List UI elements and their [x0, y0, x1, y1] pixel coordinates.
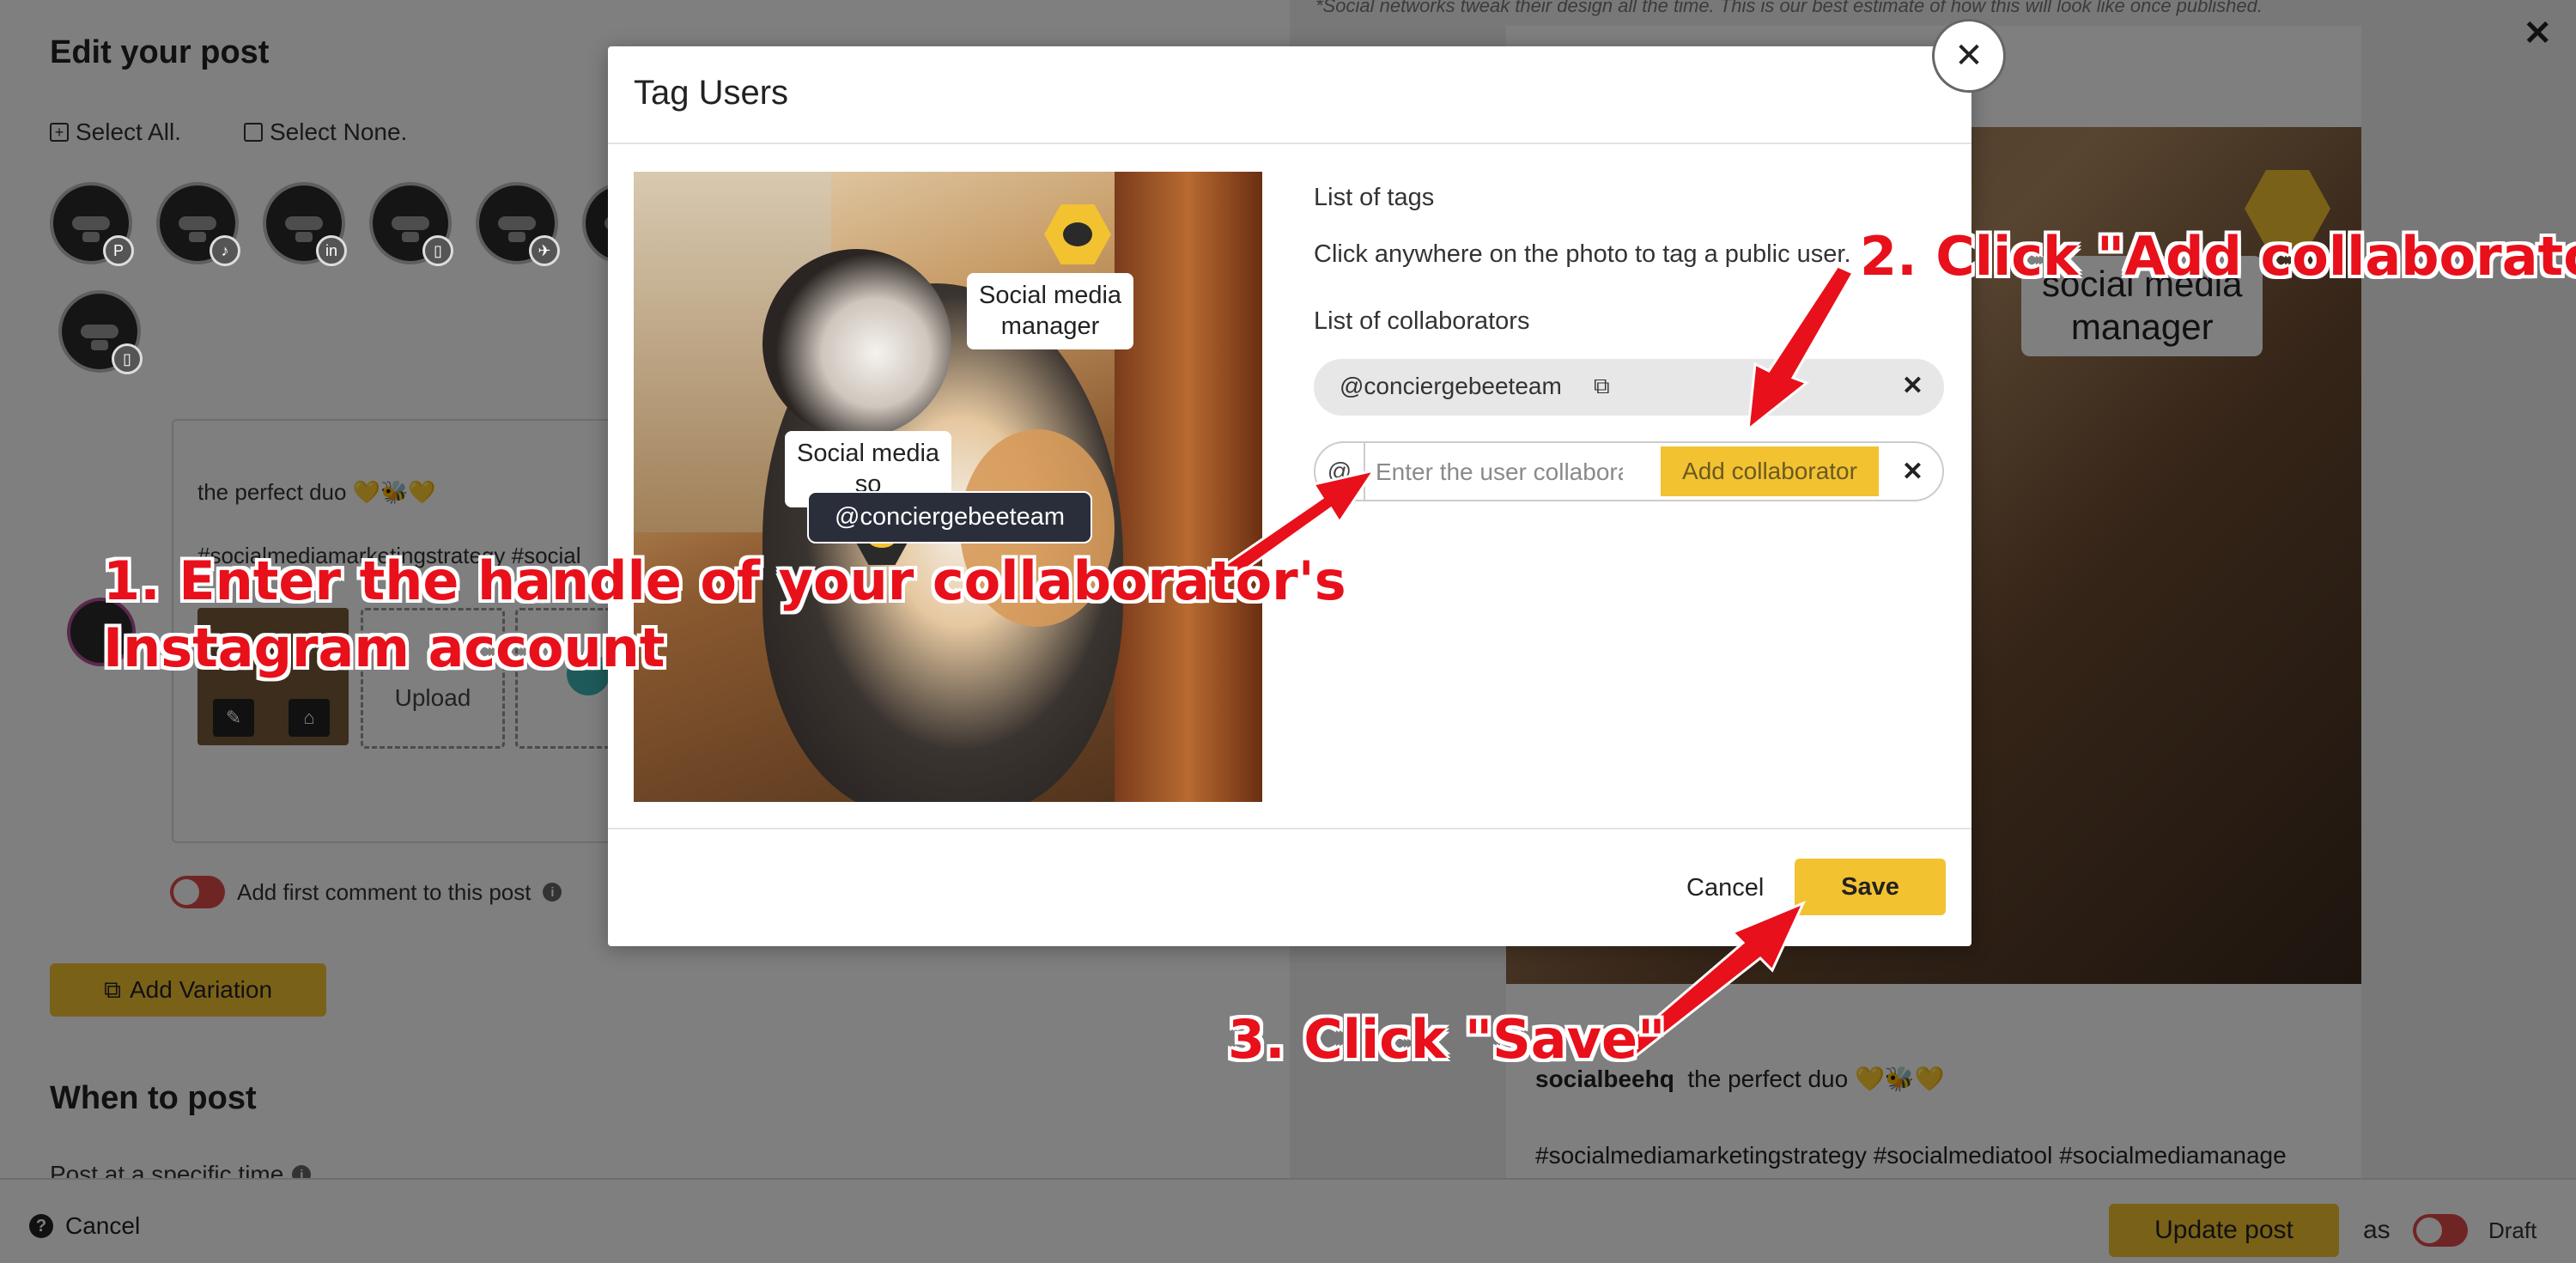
remove-collaborator-icon[interactable]: ✕ [1902, 371, 1923, 401]
mobile-icon: ▯ [422, 235, 453, 266]
close-icon: ✕ [1954, 37, 1984, 75]
tags-hint: Click anywhere on the photo to tag a pub… [1314, 240, 1851, 268]
list-of-collaborators-title: List of collaborators [1314, 307, 1530, 335]
bluesky-icon: ✈ [529, 235, 560, 266]
photo-collaborator-tag[interactable]: @conciergebeeteam [807, 491, 1093, 543]
pinterest-icon: P [103, 235, 134, 266]
collaborator-pill: @conciergebeeteam ⧉ ✕ [1314, 359, 1944, 416]
linkedin-icon: in [316, 235, 347, 266]
tag-photo[interactable]: Social media manager Social media so @co… [634, 172, 1262, 802]
modal-title: Tag Users [634, 74, 789, 112]
add-collaborator-button[interactable]: Add collaborator [1661, 446, 1879, 496]
mobile-icon: ▯ [112, 343, 143, 374]
at-symbol: @ [1315, 443, 1365, 500]
tag-users-modal: Tag Users Social media manager Social me… [608, 46, 1971, 946]
modal-save-button[interactable]: Save [1795, 859, 1946, 915]
collaborator-handle-input[interactable] [1376, 455, 1623, 489]
divider [608, 828, 1971, 829]
photo-tag-manager: Social media manager [967, 273, 1134, 349]
list-of-tags-title: List of tags [1314, 184, 1435, 211]
divider [608, 143, 1971, 144]
modal-close-button[interactable]: ✕ [1932, 19, 2006, 93]
annotation-step2: 2. Click "Add collaborator" [1860, 225, 2576, 288]
annotation-step3: 3. Click "Save" [1228, 1008, 1666, 1071]
photo-door [1115, 172, 1262, 802]
add-collaborator-row: @ Add collaborator ✕ [1314, 441, 1944, 501]
annotation-step1: 1. Enter the handle of your collaborator… [103, 550, 1346, 679]
tiktok-icon: ♪ [210, 235, 240, 266]
modal-cancel-button[interactable]: Cancel [1686, 874, 1764, 902]
external-link-icon[interactable]: ⧉ [1594, 373, 1610, 400]
collaborator-handle: @conciergebeeteam [1340, 373, 1562, 399]
photo-cat-head [762, 249, 951, 438]
clear-input-icon[interactable]: ✕ [1902, 457, 1923, 487]
